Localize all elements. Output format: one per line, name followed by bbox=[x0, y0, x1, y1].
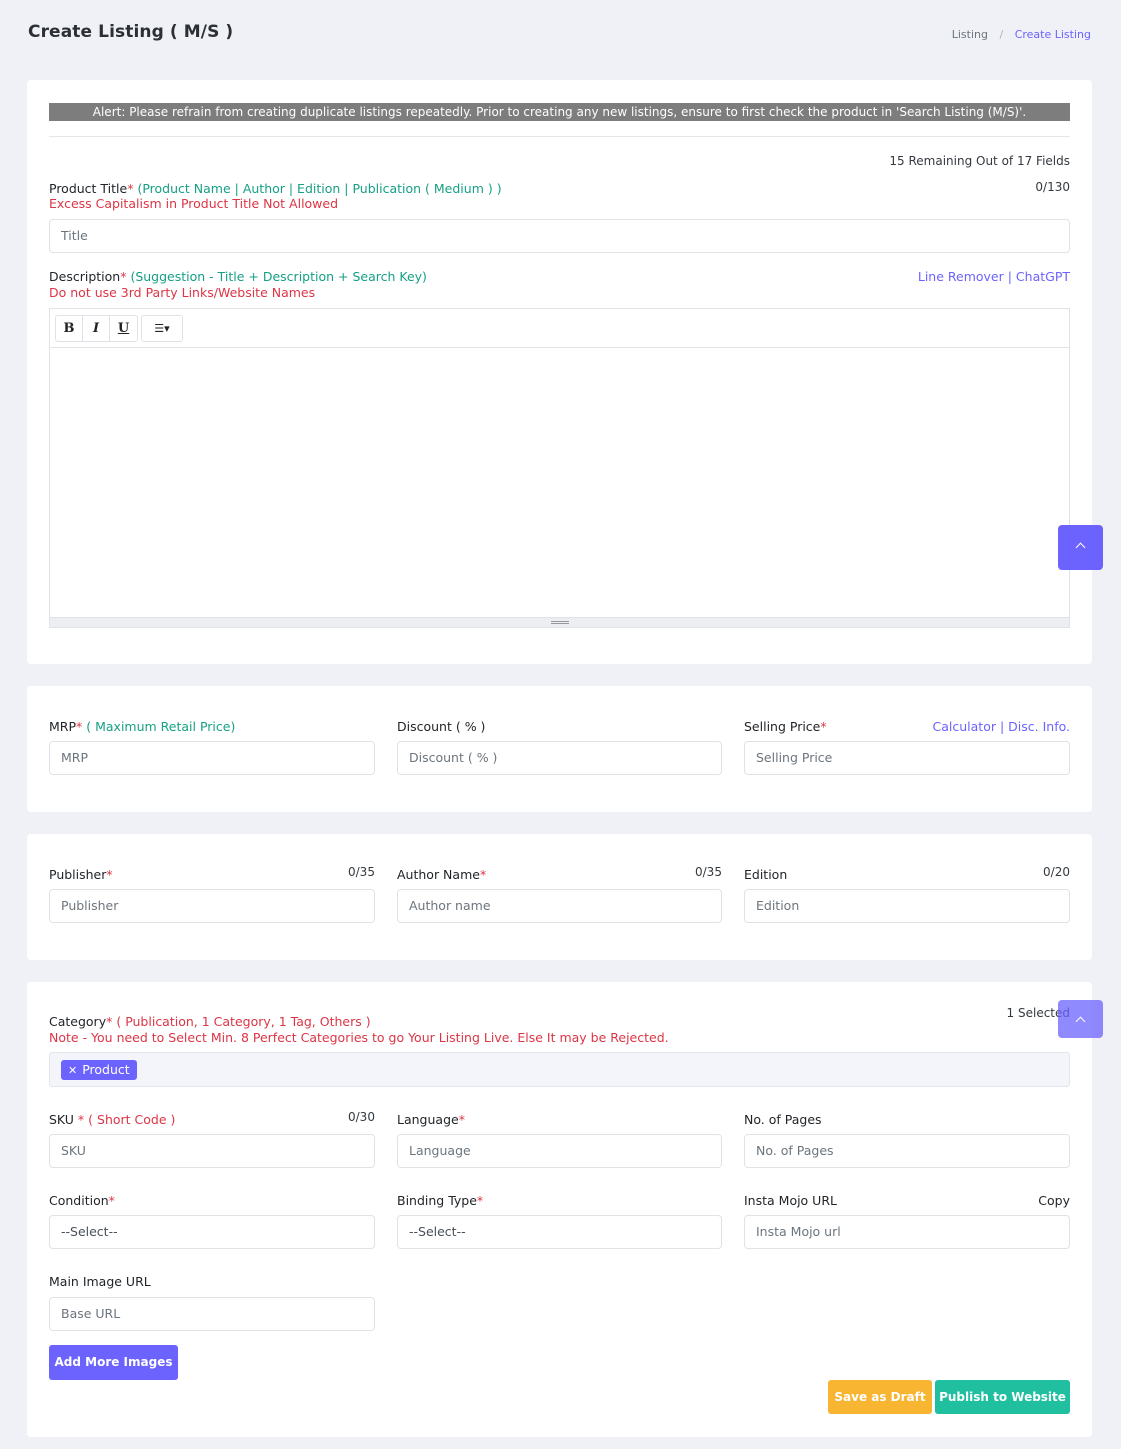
publisher-card: Publisher* 0/35 Publisher Author Name* 0… bbox=[27, 834, 1092, 960]
product-title-warning: Excess Capitalism in Product Title Not A… bbox=[49, 196, 339, 211]
remove-tag-icon[interactable]: ✕ bbox=[68, 1064, 77, 1077]
instamojo-copy-link[interactable]: Copy bbox=[1038, 1193, 1070, 1208]
category-select[interactable]: ✕ Product bbox=[49, 1052, 1070, 1087]
publisher-counter: 0/35 bbox=[348, 865, 375, 879]
divider bbox=[49, 136, 1070, 137]
discount-input[interactable]: Discount ( % ) bbox=[397, 741, 722, 775]
line-remover-chatgpt-links[interactable]: Line Remover | ChatGPT bbox=[918, 269, 1070, 284]
title-description-card: Alert: Please refrain from creating dupl… bbox=[27, 80, 1092, 664]
breadcrumb-separator: / bbox=[999, 28, 1004, 41]
description-hint: (Suggestion - Title + Description + Sear… bbox=[130, 269, 427, 284]
list-dropdown-button[interactable]: ☰▾ bbox=[142, 316, 182, 341]
author-name-label: Author Name* bbox=[397, 867, 487, 882]
selling-price-label: Selling Price* bbox=[744, 719, 827, 734]
sku-input[interactable]: SKU bbox=[49, 1134, 375, 1168]
publish-to-website-button[interactable]: Publish to Website bbox=[935, 1380, 1070, 1414]
mrp-input[interactable]: MRP bbox=[49, 741, 375, 775]
bold-button[interactable]: B bbox=[56, 316, 83, 341]
author-name-input[interactable]: Author name bbox=[397, 889, 722, 923]
sku-hint: ( Short Code ) bbox=[88, 1112, 176, 1127]
category-note: Note - You need to Select Min. 8 Perfect… bbox=[49, 1030, 669, 1045]
scroll-top-button-faded[interactable] bbox=[1058, 1000, 1103, 1038]
editor-content-area[interactable] bbox=[50, 348, 1069, 617]
page-title: Create Listing ( M/S ) bbox=[28, 22, 234, 42]
category-tag-label: Product bbox=[82, 1062, 130, 1077]
language-input[interactable]: Language bbox=[397, 1134, 722, 1168]
selling-price-input[interactable]: Selling Price bbox=[744, 741, 1070, 775]
product-title-input[interactable]: Title bbox=[49, 219, 1070, 253]
category-hint: ( Publication, 1 Category, 1 Tag, Others… bbox=[116, 1014, 371, 1029]
edition-label: Edition bbox=[744, 867, 788, 882]
mrp-label: MRP* ( Maximum Retail Price) bbox=[49, 719, 236, 734]
product-title-counter: 0/130 bbox=[1035, 180, 1070, 194]
author-name-counter: 0/35 bbox=[695, 865, 722, 879]
fields-remaining: 15 Remaining Out of 17 Fields bbox=[889, 154, 1070, 168]
sku-counter: 0/30 bbox=[348, 1110, 375, 1124]
binding-type-label: Binding Type* bbox=[397, 1193, 484, 1208]
binding-type-select[interactable]: --Select-- bbox=[397, 1215, 722, 1249]
chevron-up-icon bbox=[1075, 542, 1086, 553]
calculator-disc-info-links[interactable]: Calculator | Disc. Info. bbox=[933, 719, 1070, 734]
grip-icon bbox=[550, 621, 569, 624]
condition-label: Condition* bbox=[49, 1193, 115, 1208]
underline-button[interactable]: U bbox=[110, 316, 137, 341]
italic-button[interactable]: I bbox=[83, 316, 110, 341]
edition-input[interactable]: Edition bbox=[744, 889, 1070, 923]
description-label: Description* (Suggestion - Title + Descr… bbox=[49, 269, 427, 284]
save-as-draft-button[interactable]: Save as Draft bbox=[828, 1380, 932, 1414]
category-label: Category* ( Publication, 1 Category, 1 T… bbox=[49, 1014, 371, 1029]
description-warning: Do not use 3rd Party Links/Website Names bbox=[49, 285, 316, 300]
mrp-hint: ( Maximum Retail Price) bbox=[86, 719, 236, 734]
add-more-images-button[interactable]: Add More Images bbox=[49, 1345, 178, 1380]
pages-label: No. of Pages bbox=[744, 1112, 822, 1127]
sku-label: SKU * ( Short Code ) bbox=[49, 1112, 176, 1127]
main-image-url-input[interactable]: Base URL bbox=[49, 1297, 375, 1331]
editor-resize-handle[interactable] bbox=[50, 617, 1069, 627]
instamojo-url-input[interactable]: Insta Mojo url bbox=[744, 1215, 1070, 1249]
format-button-group: B I U bbox=[55, 315, 138, 342]
instamojo-label: Insta Mojo URL bbox=[744, 1193, 837, 1208]
language-label: Language* bbox=[397, 1112, 465, 1127]
publisher-label: Publisher* bbox=[49, 867, 113, 882]
pricing-card: MRP* ( Maximum Retail Price) MRP Discoun… bbox=[27, 686, 1092, 812]
scroll-top-button[interactable] bbox=[1058, 525, 1103, 570]
discount-label: Discount ( % ) bbox=[397, 719, 486, 734]
breadcrumb: Listing / Create Listing bbox=[952, 28, 1091, 41]
category-details-card: Category* ( Publication, 1 Category, 1 T… bbox=[27, 982, 1092, 1437]
pages-input[interactable]: No. of Pages bbox=[744, 1134, 1070, 1168]
product-title-hint: (Product Name | Author | Edition | Publi… bbox=[137, 181, 502, 196]
page-header: Create Listing ( M/S ) Listing / Create … bbox=[28, 22, 1091, 46]
category-tag: ✕ Product bbox=[61, 1060, 137, 1080]
main-image-url-label: Main Image URL bbox=[49, 1274, 151, 1289]
duplicate-alert: Alert: Please refrain from creating dupl… bbox=[49, 103, 1070, 121]
editor-toolbar: B I U ☰▾ bbox=[50, 309, 1069, 348]
breadcrumb-create-listing: Create Listing bbox=[1014, 28, 1091, 41]
description-editor: B I U ☰▾ bbox=[49, 308, 1070, 628]
chevron-up-icon bbox=[1075, 1016, 1086, 1027]
publisher-input[interactable]: Publisher bbox=[49, 889, 375, 923]
list-button-group: ☰▾ bbox=[141, 315, 183, 342]
edition-counter: 0/20 bbox=[1043, 865, 1070, 879]
condition-select[interactable]: --Select-- bbox=[49, 1215, 375, 1249]
breadcrumb-listing[interactable]: Listing bbox=[952, 28, 988, 41]
product-title-label: Product Title* (Product Name | Author | … bbox=[49, 181, 502, 196]
